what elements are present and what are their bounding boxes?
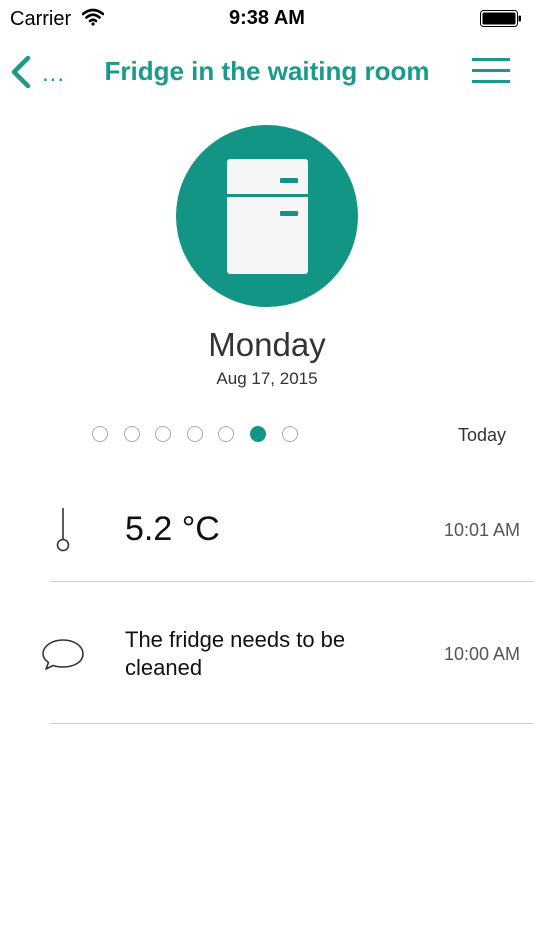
pager-dot[interactable]	[186, 426, 203, 442]
menu-button[interactable]	[472, 56, 510, 86]
divider	[50, 723, 534, 724]
page-title: Fridge in the waiting room	[104, 56, 430, 86]
pager-dot[interactable]	[155, 426, 172, 442]
pager-dot[interactable]	[123, 426, 140, 442]
today-button[interactable]: Today	[458, 425, 506, 446]
temperature-value: 5.2 °C	[125, 510, 220, 548]
screen: Carrier 9:38 AM ... Fridge in the waitin…	[0, 0, 534, 950]
status-time: 9:38 AM	[229, 7, 305, 29]
pager-dot[interactable]	[92, 426, 108, 442]
status-bar: Carrier 9:38 AM	[0, 0, 534, 38]
thermometer-icon	[56, 508, 70, 552]
hamburger-icon	[472, 58, 510, 61]
date-label: Aug 17, 2015	[216, 369, 318, 388]
note-text: The fridge needs to be cleaned	[125, 627, 346, 680]
day-label: Monday	[208, 326, 326, 363]
entry-time: 10:01 AM	[443, 520, 520, 540]
fridge-icon	[227, 159, 308, 274]
battery-icon	[480, 10, 521, 27]
pager-dot[interactable]	[281, 426, 298, 442]
list-item[interactable]: 5.2 °C 10:01 AM	[0, 490, 534, 582]
nav-bar: ... Fridge in the waiting room	[0, 38, 534, 108]
day-pager	[92, 426, 313, 443]
device-avatar	[176, 125, 358, 307]
pager-dot-active[interactable]	[249, 426, 266, 442]
list-item[interactable]: The fridge needs to be cleaned 10:00 AM	[0, 582, 534, 724]
pager-dot[interactable]	[218, 426, 235, 442]
entry-time: 10:00 AM	[443, 644, 520, 664]
speech-bubble-icon	[42, 639, 84, 670]
